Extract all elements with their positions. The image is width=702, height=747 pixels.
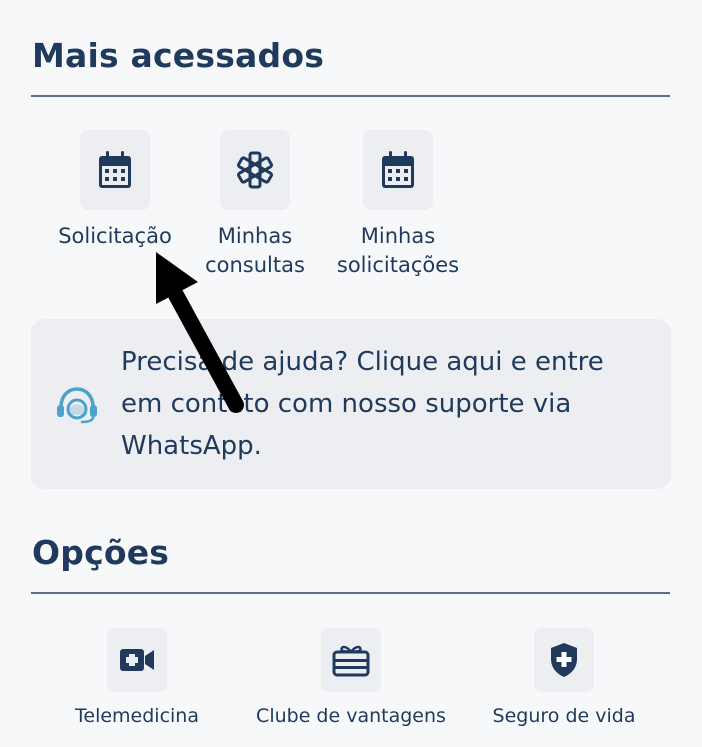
option-clube-de-vantagens[interactable]: Clube de vantagens (250, 628, 452, 738)
option-seguro-icon-box (534, 628, 594, 692)
tile-solicitacao-label: Solicitação (58, 224, 172, 248)
options-divider (31, 592, 670, 594)
home-screen: Mais acessados Solicitação Minhas consul… (0, 0, 702, 747)
tile-minhas-solicitacoes-label: Minhas solicitações (323, 222, 473, 280)
option-telemedicina-icon-box (107, 628, 167, 692)
option-seguro-label: Seguro de vida (492, 705, 636, 727)
video-camera-icon (120, 649, 154, 671)
option-telemedicina-label: Telemedicina (75, 705, 199, 727)
calendar-icon (99, 151, 131, 188)
tile-minhas-consultas[interactable]: Minhas consultas (180, 130, 330, 280)
whatsapp-support-card[interactable]: Precisa de ajuda? Clique aqui e entre em… (31, 319, 671, 489)
option-clube-label: Clube de vantagens (256, 705, 446, 727)
tile-solicitacao-icon-box (80, 130, 150, 210)
medical-star-icon (237, 151, 273, 189)
tile-minhas-consultas-label-text: Minhas consultas (205, 224, 305, 277)
tile-minhas-solicitacoes[interactable]: Minhas solicitações (323, 130, 473, 280)
most-accessed-divider (31, 95, 670, 97)
headset-icon (57, 387, 97, 424)
calendar-icon (382, 151, 414, 188)
support-message: Precisa de ajuda? Clique aqui e entre em… (121, 347, 604, 461)
gift-card-icon (332, 645, 370, 677)
tile-minhas-consultas-label: Minhas consultas (180, 222, 330, 280)
tile-minhas-solicitacoes-icon-box (363, 130, 433, 210)
options-title: Opções (32, 533, 170, 572)
tile-minhas-consultas-icon-box (220, 130, 290, 210)
option-telemedicina[interactable]: Telemedicina (58, 628, 216, 738)
option-seguro-de-vida[interactable]: Seguro de vida (484, 628, 644, 738)
tile-minhas-solicitacoes-label-text: Minhas solicitações (336, 224, 460, 277)
shield-plus-icon (551, 643, 577, 677)
tile-solicitacao[interactable]: Solicitação (40, 130, 190, 270)
most-accessed-title: Mais acessados (32, 36, 325, 75)
option-clube-icon-box (321, 628, 381, 692)
